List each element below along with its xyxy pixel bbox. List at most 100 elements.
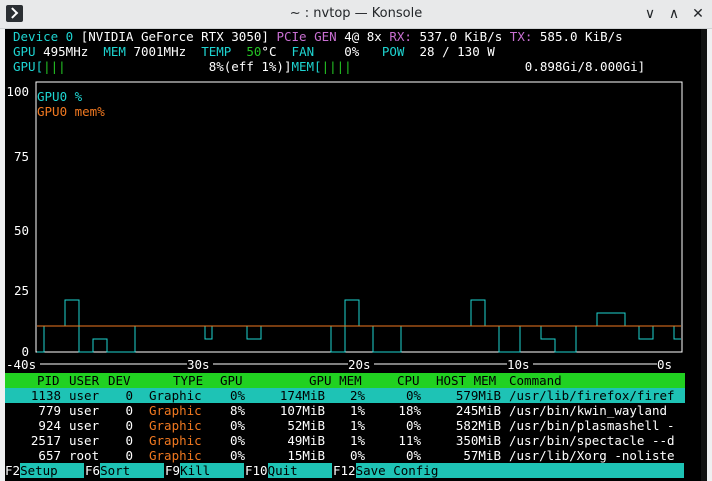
gen-label: GEN [314,29,337,44]
gpu-bar-text: 8%(eff 1%)] [208,59,292,74]
cell-command: /usr/bin/spectacle --d [509,433,675,448]
x-tick-label: 20s [348,357,371,372]
cell-dev: 0 [125,403,133,418]
cell-dev: 0 [125,418,133,433]
col-pid[interactable]: PID [37,373,60,388]
cell-pid: 1138 [30,388,61,403]
rx-value: 537.0 KiB/s [419,29,503,44]
clock-info-line: GPU 495MHz MEM 7001MHz TEMP 50°C FAN 0% … [13,44,495,59]
y-tick-label: 25 [14,283,29,298]
cell-type: Graphic [149,388,202,403]
gpu-clock-label: GPU [13,44,36,59]
cell-gpu-mem-pct: 1% [349,403,365,418]
gpu-usage-chart: 1007550250-40s 30s 20s 10s 0sGPU0 %GPU0 mem% [6,81,683,372]
temp-unit: °C [261,44,277,59]
process-table-header[interactable]: PID USER DEV TYPE GPU GPU MEM CPU HOST MEM Comma… [5,373,685,388]
cell-cpu: 0% [405,388,421,403]
tx-value: 585.0 KiB/s [539,29,623,44]
gpu-clock-value: 495MHz [43,44,89,59]
cell-dev: 0 [125,448,133,463]
col-gpu-mem[interactable]: GPU MEM [309,373,362,388]
cell-gpu-mem: 49MiB [287,433,325,448]
pow-label: POW [381,44,405,59]
mem-bar-fill: |||| [321,59,352,74]
cell-cpu: 18% [398,403,421,418]
cell-cpu: 11% [398,433,421,448]
f12-save-config-button[interactable]: F12Save Config [333,463,684,478]
f6-sort-button[interactable]: F6Sort [85,463,165,478]
device-name: [NVIDIA GeForce RTX 3050] [80,29,269,44]
mem-clock-label: MEM [103,44,126,59]
col-gpu[interactable]: GPU [220,373,243,388]
gpu-bar-fill: ||| [43,59,66,74]
cell-dev: 0 [125,433,133,448]
legend-gpu-percent: GPU0 % [37,89,83,104]
col-command[interactable]: Command [509,373,562,388]
cell-pid: 924 [38,418,61,433]
y-tick-label: 100 [6,84,29,99]
cell-host-mem: 245MiB [455,403,501,418]
cell-gpu-mem-pct: 0% [349,448,365,463]
mem-clock-value: 7001MHz [133,44,187,59]
pcie-label: PCIe [276,29,307,44]
cell-gpu: 0% [229,418,245,433]
process-row[interactable]: 779 user 0 Graphic 8% 107MiB 1% 18% 245MiB/usr/b… [5,403,685,418]
gen-value: 4@ 8x [344,29,382,44]
title-bar[interactable]: ~ : nvtop — Konsole ∨ ∧ ✕ [0,0,712,29]
cell-gpu-mem-pct: 1% [349,433,365,448]
cell-user: user [69,418,100,433]
process-row[interactable]: 2517 user 0 Graphic 0% 49MiB 1% 11% 350MiB/usr/b… [5,433,685,448]
process-row[interactable]: 924 user 0 Graphic 0% 52MiB 1% 0% 582MiB/usr/bin… [5,418,685,433]
x-tick-label: -40s [6,357,36,372]
cell-pid: 779 [38,403,61,418]
mem-bar-text: 0.898Gi/8.000Gi] [524,59,646,74]
cell-type: Graphic [149,418,202,433]
y-tick-label: 50 [14,223,29,238]
konsole-window: ~ : nvtop — Konsole ∨ ∧ ✕ Device 0 [NVID… [0,0,712,481]
cell-gpu-mem-pct: 1% [349,418,365,433]
cell-pid: 657 [38,448,61,463]
function-key-bar: F2Setup F6Sort F9Kill F10Quit F12Save Co… [5,463,707,481]
cell-gpu: 0% [229,388,245,403]
cell-host-mem: 582MiB [455,418,501,433]
process-row[interactable]: 1138 user 0 Graphic 0% 174MiB 2% 0% 579MiB/usr/l… [5,388,685,403]
cell-type: Graphic [149,433,202,448]
col-dev[interactable]: DEV [108,373,131,388]
col-cpu[interactable]: CPU [397,373,420,388]
cell-cpu: 0% [405,418,421,433]
pow-value: 28 / 130 W [419,44,495,59]
cell-type: Graphic [149,448,202,463]
minimize-icon[interactable]: ∨ [641,5,659,23]
fan-label: FAN [291,44,315,59]
col-user[interactable]: USER [69,373,99,388]
fan-value: 0% [344,44,360,59]
terminal-area[interactable]: Device 0 [NVIDIA GeForce RTX 3050] PCIe … [5,29,707,481]
cell-dev: 0 [125,388,133,403]
usage-bars-line: GPU[||| 8%(eff 1%)]MEM[|||| 0.898Gi/8.00… [13,59,645,74]
cell-command: /usr/bin/plasmashell - [509,418,675,433]
gpu-bar-label: GPU[ [13,59,44,74]
cell-gpu-mem: 52MiB [287,418,325,433]
x-tick-label: 10s [507,357,530,372]
terminal-scrollbar[interactable] [701,29,707,481]
cell-host-mem: 57MiB [463,448,501,463]
mem-bar-label: MEM[ [291,59,322,74]
window-title: ~ : nvtop — Konsole [289,6,423,21]
cell-gpu-mem: 174MiB [279,388,325,403]
cell-gpu-mem: 107MiB [279,403,325,418]
f2-setup-button[interactable]: F2Setup [5,463,85,478]
rx-label: RX: [389,29,412,44]
col-host-mem[interactable]: HOST MEM [436,373,496,388]
x-tick-label: 0s [657,357,672,372]
f10-quit-button[interactable]: F10Quit [245,463,332,478]
cell-command: /usr/lib/Xorg -noliste [509,448,675,463]
process-row[interactable]: 657 root 0 Graphic 0% 15MiB 0% 0% 57MiB/usr/lib/… [5,448,685,463]
maximize-icon[interactable]: ∧ [665,5,683,23]
cell-command: /usr/lib/firefox/firef [509,388,675,403]
f9-kill-button[interactable]: F9Kill [165,463,245,478]
cell-cpu: 0% [405,448,421,463]
cell-user: root [69,448,100,463]
col-type[interactable]: TYPE [173,373,203,388]
close-icon[interactable]: ✕ [689,5,707,23]
temp-label: TEMP [201,44,232,59]
